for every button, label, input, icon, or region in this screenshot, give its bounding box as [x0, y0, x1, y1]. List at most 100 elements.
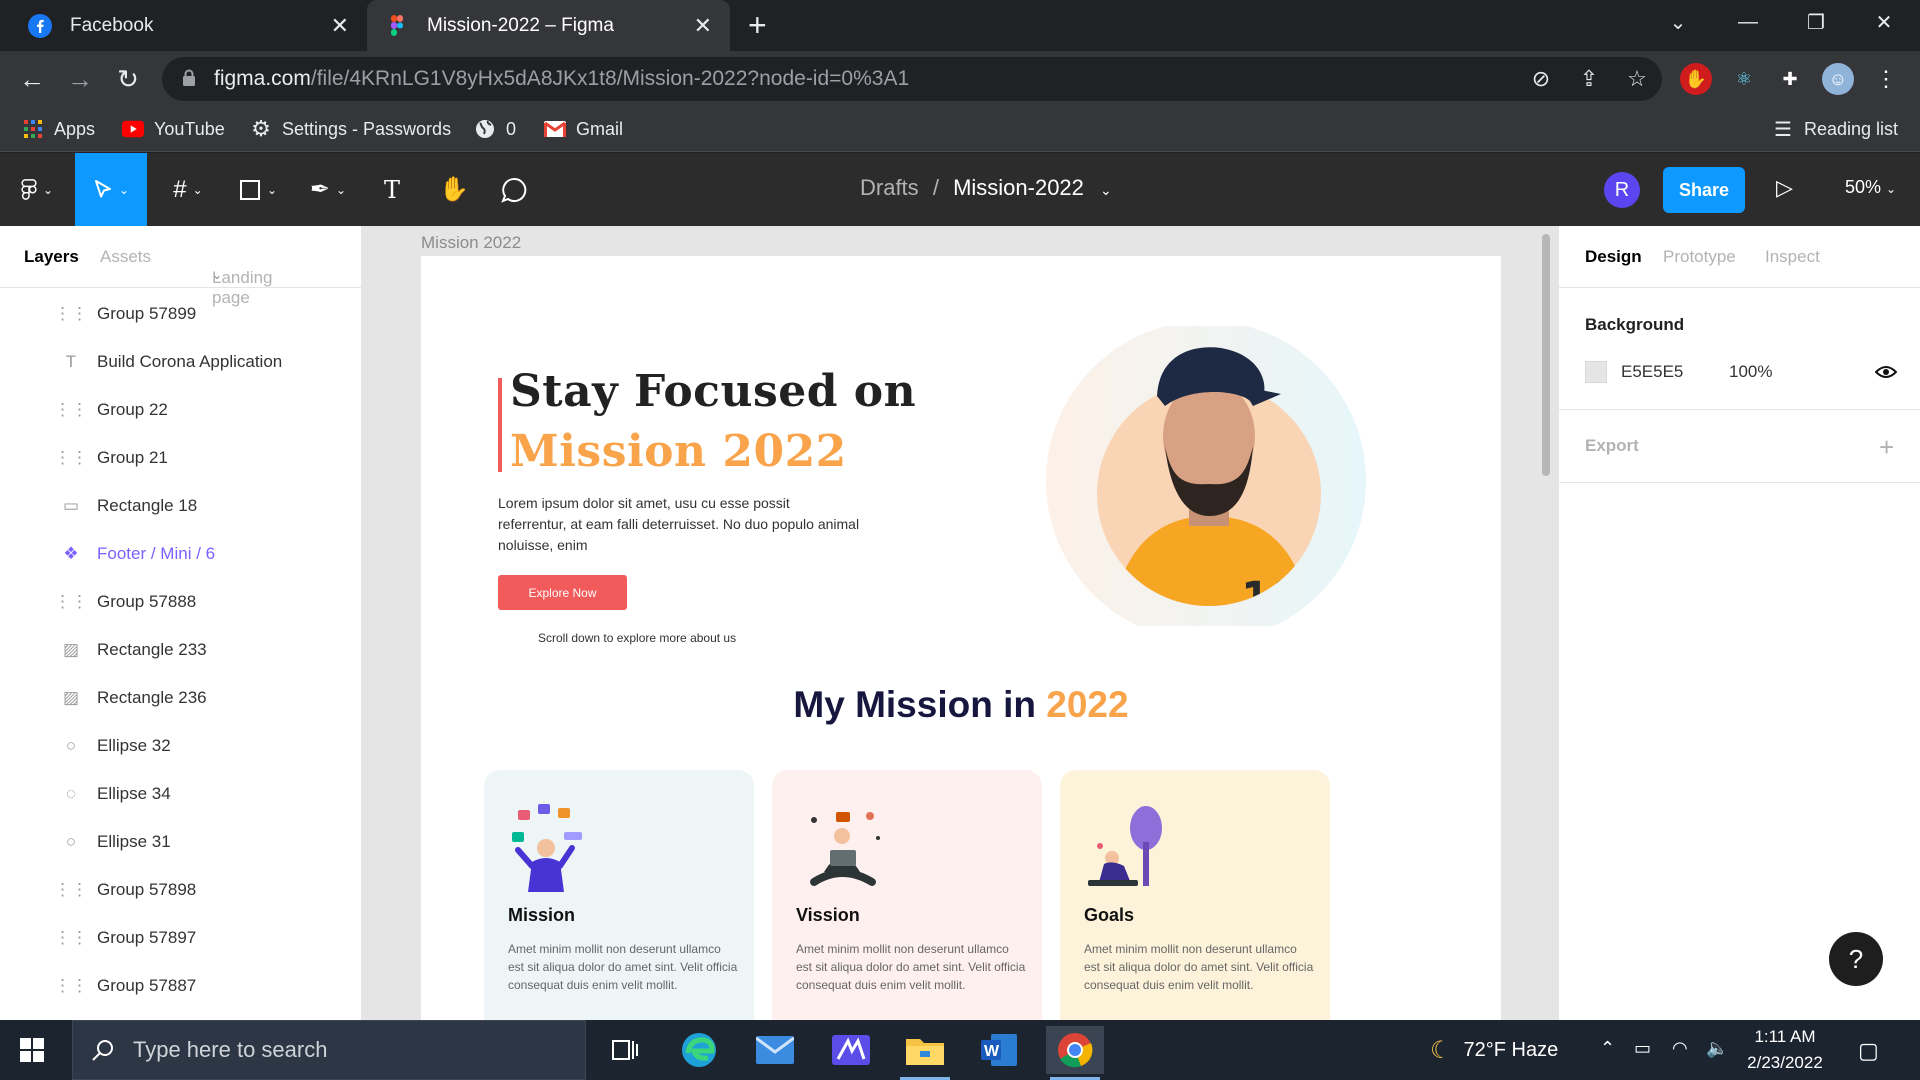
taskbar-clock[interactable]: 1:11 AM 2/23/2022	[1740, 1024, 1830, 1076]
battery-icon[interactable]: ▭	[1634, 1038, 1651, 1059]
notifications-icon[interactable]: ▢	[1858, 1038, 1879, 1064]
layer-row[interactable]: ⋮⋮ Group 57887	[0, 962, 361, 1010]
card-text: Amet minim mollit non deserunt ullamco e…	[796, 942, 1026, 992]
mail-icon[interactable]	[746, 1026, 804, 1074]
layer-row[interactable]: ⋮⋮ Group 57899	[0, 290, 361, 338]
layer-name: Footer / Mini / 6	[97, 544, 216, 563]
eye-off-icon[interactable]: ⊘	[1528, 66, 1554, 92]
goals-card[interactable]: Goals Amet minim mollit non deserunt ull…	[1060, 770, 1330, 1020]
card-title: Goals	[1084, 905, 1135, 925]
layer-row[interactable]: ▭ Rectangle 18	[0, 482, 361, 530]
bookmark-youtube[interactable]: YouTube	[122, 116, 225, 142]
layer-row[interactable]: ⋮⋮ Group 21	[0, 434, 361, 482]
layer-row[interactable]: ⋮⋮ Group 57898	[0, 866, 361, 914]
layer-row[interactable]: ▨ Rectangle 236	[0, 674, 361, 722]
frame-label[interactable]: Mission 2022	[421, 233, 521, 253]
layer-row[interactable]: ▨ Rectangle 233	[0, 626, 361, 674]
bookmark-globe[interactable]: 0	[474, 116, 516, 142]
zoom-control[interactable]: 50% ⌄	[1845, 177, 1896, 198]
text-tool-button[interactable]: T	[376, 153, 408, 226]
tab-search-icon[interactable]: ⌄	[1648, 0, 1708, 44]
tab-prototype[interactable]: Prototype	[1663, 247, 1736, 267]
extensions-puzzle-icon[interactable]: ✚	[1774, 63, 1806, 95]
share-page-icon[interactable]: ⇪	[1576, 66, 1602, 92]
main-menu-button[interactable]: ⌄	[12, 153, 62, 226]
chrome-menu-icon[interactable]: ⋮	[1870, 63, 1902, 95]
layer-row[interactable]: T Build Corona Application	[0, 338, 361, 386]
mission-card[interactable]: Mission Amet minim mollit non deserunt u…	[484, 770, 754, 1020]
edge-browser-icon[interactable]	[670, 1026, 728, 1074]
frame-tool-button[interactable]: # ⌄	[160, 153, 216, 226]
help-button[interactable]: ?	[1829, 932, 1883, 986]
address-bar[interactable]: figma.com/file/4KRnLG1V8yHx5dA8JKx1t8/Mi…	[162, 57, 1662, 101]
rectangle-icon: ▭	[62, 496, 80, 515]
layer-row[interactable]: ⋮⋮ Group 57888	[0, 578, 361, 626]
pen-tool-button[interactable]: ✒ ⌄	[300, 153, 356, 226]
tab-figma[interactable]: Mission-2022 – Figma ✕	[367, 0, 730, 51]
wifi-icon[interactable]: ◠	[1672, 1038, 1688, 1059]
new-tab-icon[interactable]: +	[748, 8, 767, 42]
browser-tab-strip: Facebook ✕ Mission-2022 – Figma ✕ + ⌄ — …	[0, 0, 1920, 51]
forward-icon[interactable]: →	[62, 61, 98, 97]
tab-facebook[interactable]: Facebook ✕	[10, 0, 367, 51]
taskbar-search[interactable]: Type here to search	[72, 1020, 586, 1080]
bookmark-settings-passwords[interactable]: ⚙ Settings - Passwords	[250, 116, 451, 142]
canvas-scrollbar[interactable]	[1542, 234, 1550, 476]
explore-now-button[interactable]: Explore Now	[498, 575, 627, 610]
close-tab-icon[interactable]: ✕	[331, 13, 349, 39]
layer-row[interactable]: ◌ Ellipse 34	[0, 770, 361, 818]
comment-tool-button[interactable]	[496, 153, 532, 226]
layer-row[interactable]: ○ Ellipse 32	[0, 722, 361, 770]
layer-row[interactable]: ❖ Footer / Mini / 6	[0, 530, 361, 578]
group-icon: ⋮⋮	[54, 304, 88, 323]
reading-list-button[interactable]: ☰ Reading list	[1772, 116, 1898, 142]
layer-row[interactable]: ⋮⋮ Group 22	[0, 386, 361, 434]
weather-widget[interactable]: ☾ 72°F Haze	[1430, 1036, 1558, 1065]
shape-tool-button[interactable]: ⌄	[230, 153, 286, 226]
layer-name: Rectangle 236	[97, 688, 207, 707]
visibility-eye-icon[interactable]	[1875, 364, 1897, 380]
bookmark-apps[interactable]: Apps	[22, 116, 95, 142]
task-view-icon[interactable]	[596, 1026, 654, 1074]
tab-design[interactable]: Design	[1585, 247, 1642, 267]
bookmark-star-icon[interactable]: ☆	[1624, 66, 1650, 92]
layer-row[interactable]: ⋮⋮ Group 57897	[0, 914, 361, 962]
canvas[interactable]: Mission 2022 Stay Focused on Mission 202…	[362, 226, 1558, 1020]
background-opacity-input[interactable]: 100%	[1729, 362, 1772, 382]
minimize-icon[interactable]: —	[1718, 0, 1778, 44]
file-name[interactable]: Mission-2022	[953, 175, 1084, 200]
user-avatar[interactable]: R	[1604, 172, 1640, 208]
tab-layers[interactable]: Layers	[24, 247, 79, 267]
design-app-icon[interactable]	[822, 1026, 880, 1074]
tab-inspect[interactable]: Inspect	[1765, 247, 1820, 267]
file-explorer-icon[interactable]	[896, 1026, 954, 1080]
layer-row[interactable]: ○ Ellipse 31	[0, 818, 361, 866]
design-frame[interactable]: Stay Focused on Mission 2022 Lorem ipsum…	[421, 256, 1501, 1020]
extension-stop-icon[interactable]: ✋	[1680, 63, 1712, 95]
hand-tool-button[interactable]: ✋	[436, 153, 472, 226]
profile-avatar-icon[interactable]: ☺	[1822, 63, 1854, 95]
bookmark-gmail[interactable]: Gmail	[544, 116, 623, 142]
back-icon[interactable]: ←	[14, 61, 50, 97]
chevron-down-icon[interactable]: ⌄	[1100, 182, 1112, 198]
chrome-icon[interactable]	[1046, 1026, 1104, 1080]
close-tab-icon[interactable]: ✕	[694, 13, 712, 39]
hero-heading-line2: Mission 2022	[510, 426, 847, 477]
tab-assets[interactable]: Assets	[100, 247, 151, 267]
share-button[interactable]: Share	[1663, 167, 1745, 213]
react-devtools-icon[interactable]: ⚛	[1728, 63, 1760, 95]
vission-card[interactable]: Vission Amet minim mollit non deserunt u…	[772, 770, 1042, 1020]
background-hex-input[interactable]: E5E5E5	[1621, 362, 1683, 382]
windows-start-icon[interactable]	[20, 1038, 44, 1062]
add-export-plus-icon[interactable]: +	[1879, 432, 1894, 463]
volume-icon[interactable]: 🔈	[1706, 1038, 1728, 1059]
move-tool-button[interactable]: ⌄	[75, 153, 147, 226]
background-color-swatch[interactable]	[1585, 361, 1607, 383]
breadcrumb-drafts[interactable]: Drafts	[860, 175, 919, 200]
close-window-icon[interactable]: ✕	[1854, 0, 1914, 44]
tray-chevron-up-icon[interactable]: ⌃	[1600, 1038, 1615, 1059]
word-icon[interactable]: W	[970, 1026, 1028, 1074]
reload-icon[interactable]: ↻	[110, 61, 146, 97]
restore-icon[interactable]: ❐	[1786, 0, 1846, 44]
present-play-icon[interactable]: ▷	[1776, 175, 1793, 201]
